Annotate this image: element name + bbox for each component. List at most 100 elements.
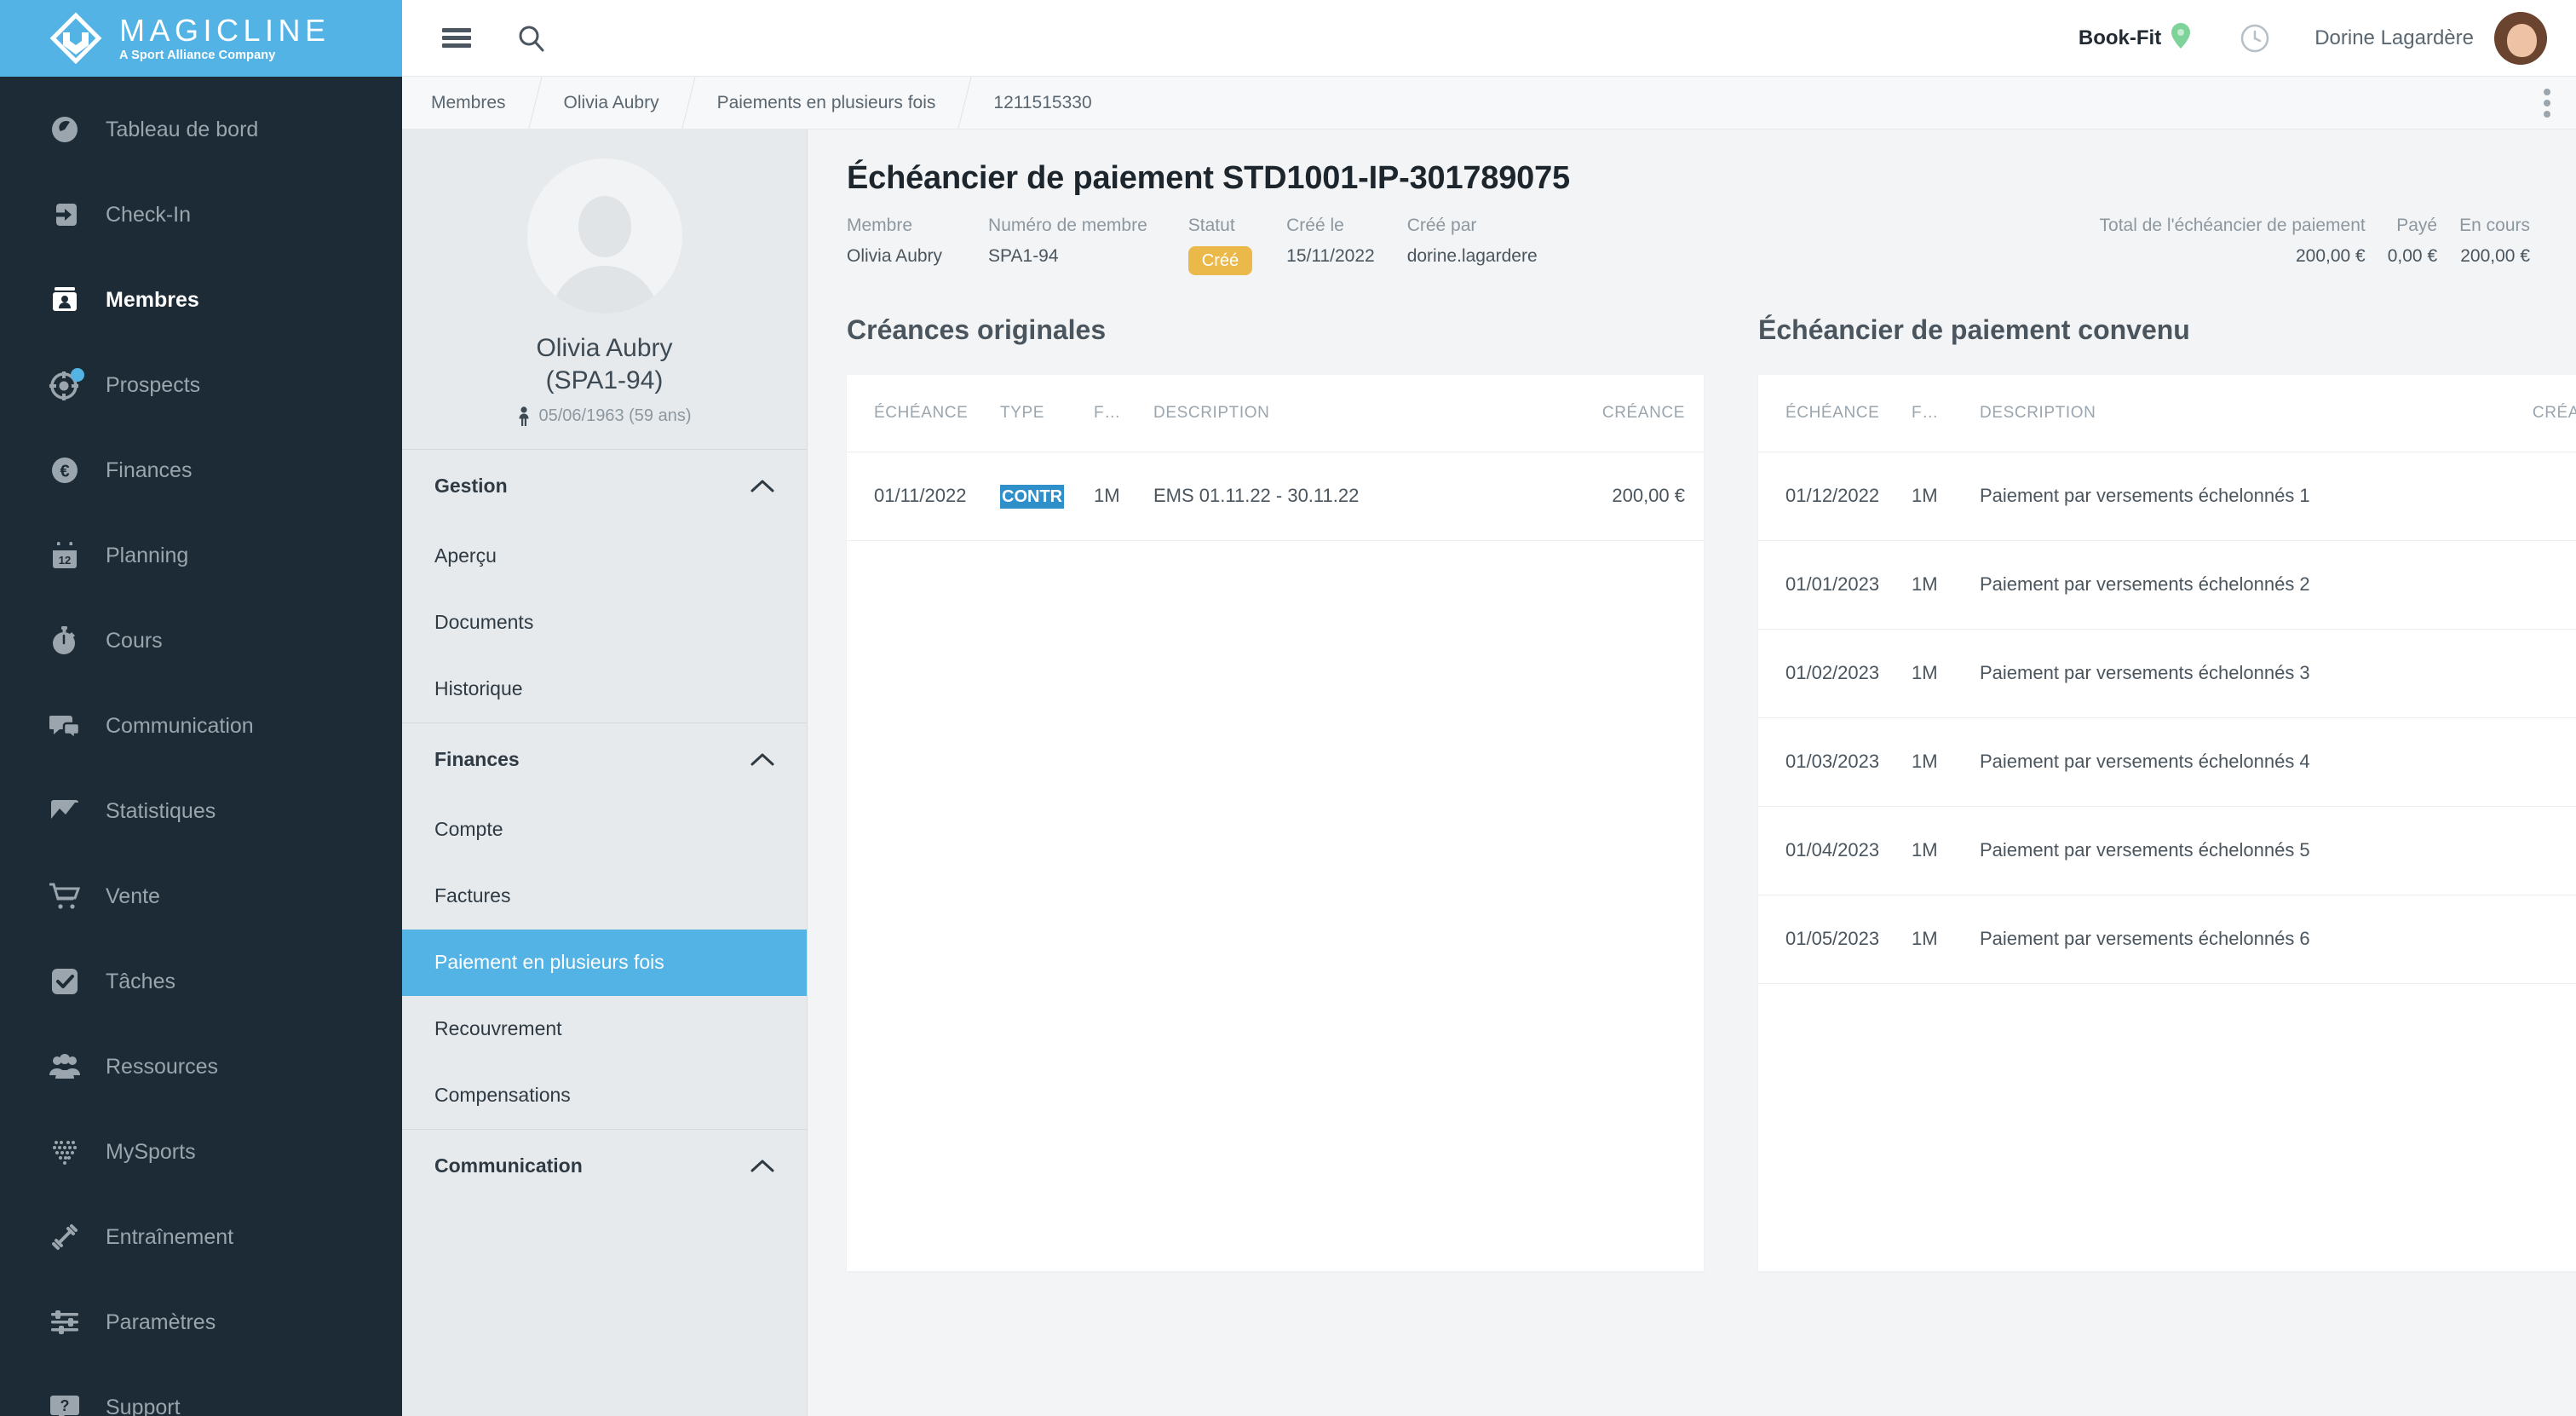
member-link-factures[interactable]: Factures [402, 863, 807, 930]
sidebar-item-t-ches[interactable]: Tâches [0, 939, 402, 1024]
member-link-paiement-en-plusieurs-fois[interactable]: Paiement en plusieurs fois [402, 929, 807, 996]
summary-field: Numéro de membre SPA1-94 [988, 216, 1147, 275]
column-header[interactable]: ÉCHÉANCE [847, 375, 1000, 452]
breadcrumb-item[interactable]: Olivia Aubry [535, 77, 688, 129]
breadcrumb-item[interactable]: 1211515330 [964, 77, 1120, 129]
sidebar-item-check-in[interactable]: Check-In [0, 172, 402, 257]
sidebar-item-label: Vente [106, 884, 160, 908]
cell-description: EMS 01.11.22 - 30.11.22 [1153, 452, 1550, 541]
member-link-compensations[interactable]: Compensations [402, 1062, 807, 1129]
cell-echeance: 01/12/2022 [1758, 452, 1912, 541]
cell-echeance: 01/11/2022 [847, 452, 1000, 541]
cell-description: Paiement par versements échelonnés 3 [1980, 629, 2521, 718]
avatar[interactable] [2494, 11, 2547, 65]
column-header[interactable]: F… [1094, 375, 1153, 452]
table-body: 01/11/2022 CONTR 1M EMS 01.11.22 - 30.11.22… [847, 452, 1704, 541]
table-row[interactable]: 01/02/2023 1M Paiement par versements éche… [1758, 629, 2576, 718]
cell-creance: 33 [2521, 452, 2576, 541]
cell-frequency: 1M [1912, 717, 1980, 807]
member-placeholder-photo[interactable] [526, 158, 682, 314]
cart-icon [49, 881, 80, 912]
breadcrumb-more-button[interactable] [2544, 77, 2576, 129]
main-navigation: MAGICLINE A Sport Alliance Company Table… [0, 0, 402, 1416]
original-claims-section: Créances originales ÉCHÉANCE TYPE F… DESCRI… [847, 314, 1704, 1271]
summary-value: Olivia Aubry [847, 246, 943, 266]
cell-type: CONTR [1000, 452, 1094, 541]
user-name[interactable]: Dorine Lagardère [2314, 26, 2474, 50]
sidebar-item-membres[interactable]: Membres [0, 257, 402, 342]
summary-label: Membre [847, 216, 913, 235]
summary-field: Créé le 15/11/2022 [1286, 216, 1375, 275]
cell-creance: 33 [2521, 806, 2576, 895]
payment-summary: Membre Olivia Aubry Numéro de membre SPA1-9… [847, 216, 2576, 275]
original-claims-title: Créances originales [847, 314, 1107, 345]
sidebar-item-ressources[interactable]: Ressources [0, 1024, 402, 1109]
search-icon[interactable] [511, 18, 552, 59]
clock-icon[interactable] [2234, 18, 2275, 59]
table-row[interactable]: 01/04/2023 1M Paiement par versements éche… [1758, 806, 2576, 895]
sidebar-item-communication[interactable]: Communication [0, 683, 402, 768]
location-selector[interactable]: Book-Fit [2079, 23, 2191, 53]
member-link-documents[interactable]: Documents [402, 590, 807, 656]
column-header[interactable]: ÉCHÉANCE [1758, 375, 1912, 452]
cell-creance: 33 [2521, 629, 2576, 718]
table-row[interactable]: 01/03/2023 1M Paiement par versements éche… [1758, 717, 2576, 807]
cell-creance: 33 [2521, 895, 2576, 984]
table-row[interactable]: 01/01/2023 1M Paiement par versements éche… [1758, 540, 2576, 630]
table-row[interactable]: 01/11/2022 CONTR 1M EMS 01.11.22 - 30.11.22… [847, 452, 1704, 541]
member-link-recouvrement[interactable]: Recouvrement [402, 996, 807, 1062]
hamburger-icon[interactable] [436, 18, 477, 59]
sidebar-item-prospects[interactable]: Prospects [0, 342, 402, 428]
sidebar-item-param-tres[interactable]: Paramètres [0, 1280, 402, 1365]
column-header[interactable]: CRÉANCE [2521, 375, 2576, 452]
table-row[interactable]: 01/05/2023 1M Paiement par versements éche… [1758, 895, 2576, 984]
breadcrumb-item[interactable]: Membres [402, 77, 535, 129]
member-section-header[interactable]: Finances [402, 723, 807, 797]
chevron-up-icon [750, 1159, 774, 1173]
column-header[interactable]: F… [1912, 375, 1980, 452]
cell-description: Paiement par versements échelonnés 5 [1980, 806, 2521, 895]
sidebar-item-vente[interactable]: Vente [0, 854, 402, 939]
member-section-header[interactable]: Gestion [402, 450, 807, 523]
chat-icon [49, 711, 80, 741]
sidebar-item-statistiques[interactable]: Statistiques [0, 768, 402, 854]
sidebar-item-entra-nement[interactable]: Entraînement [0, 1194, 402, 1280]
cell-echeance: 01/05/2023 [1758, 895, 1912, 984]
statistics-icon [49, 796, 80, 826]
body-split: Olivia Aubry (SPA1-94) 05/06/1963 (59 an… [402, 130, 2576, 1416]
cell-description: Paiement par versements échelonnés 4 [1980, 717, 2521, 807]
member-link-compte[interactable]: Compte [402, 797, 807, 863]
member-section-header[interactable]: Communication [402, 1130, 807, 1203]
avatar-head-shape [578, 195, 631, 257]
sidebar-item-mysports[interactable]: MySports [0, 1109, 402, 1194]
member-section-title: Gestion [434, 475, 508, 498]
column-header[interactable]: DESCRIPTION [1153, 375, 1550, 452]
tables-area: Créances originales ÉCHÉANCE TYPE F… DESCRI… [847, 314, 2576, 1271]
table-row[interactable]: 01/12/2022 1M Paiement par versements éche… [1758, 452, 2576, 541]
brand-title: MAGICLINE [119, 13, 331, 49]
column-header[interactable]: TYPE [1000, 375, 1094, 452]
member-link-aper-u[interactable]: Aperçu [402, 523, 807, 590]
summary-label: En cours [2459, 216, 2530, 235]
sidebar-item-planning[interactable]: 12 Planning [0, 513, 402, 598]
sidebar-item-support[interactable]: ? Support [0, 1365, 402, 1416]
cell-frequency: 1M [1094, 452, 1153, 541]
column-header[interactable]: CRÉANCE [1550, 375, 1704, 452]
member-sections: Gestion Aperçu Documents Historique Finances… [402, 448, 807, 1203]
checkbox-icon [49, 966, 80, 997]
breadcrumb-item[interactable]: Paiements en plusieurs fois [688, 77, 965, 129]
brand-header[interactable]: MAGICLINE A Sport Alliance Company [0, 0, 402, 77]
sidebar-item-label: MySports [106, 1139, 196, 1164]
people-icon [49, 1051, 80, 1082]
summary-label: Total de l'échéancier de paiement [2099, 216, 2366, 235]
column-header[interactable]: DESCRIPTION [1980, 375, 2521, 452]
member-link-historique[interactable]: Historique [402, 656, 807, 722]
member-number: (SPA1-94) [545, 366, 664, 395]
sidebar-item-tableau-de-bord[interactable]: Tableau de bord [0, 87, 402, 172]
summary-field: Payé 0,00 € [2388, 216, 2437, 275]
sidebar-item-cours[interactable]: Cours [0, 598, 402, 683]
table-header-row: ÉCHÉANCE TYPE F… DESCRIPTION CRÉANCE [847, 375, 1704, 452]
sidebar-item-finances[interactable]: € Finances [0, 428, 402, 513]
summary-label: Numéro de membre [988, 216, 1147, 235]
cell-description: Paiement par versements échelonnés 2 [1980, 540, 2521, 630]
